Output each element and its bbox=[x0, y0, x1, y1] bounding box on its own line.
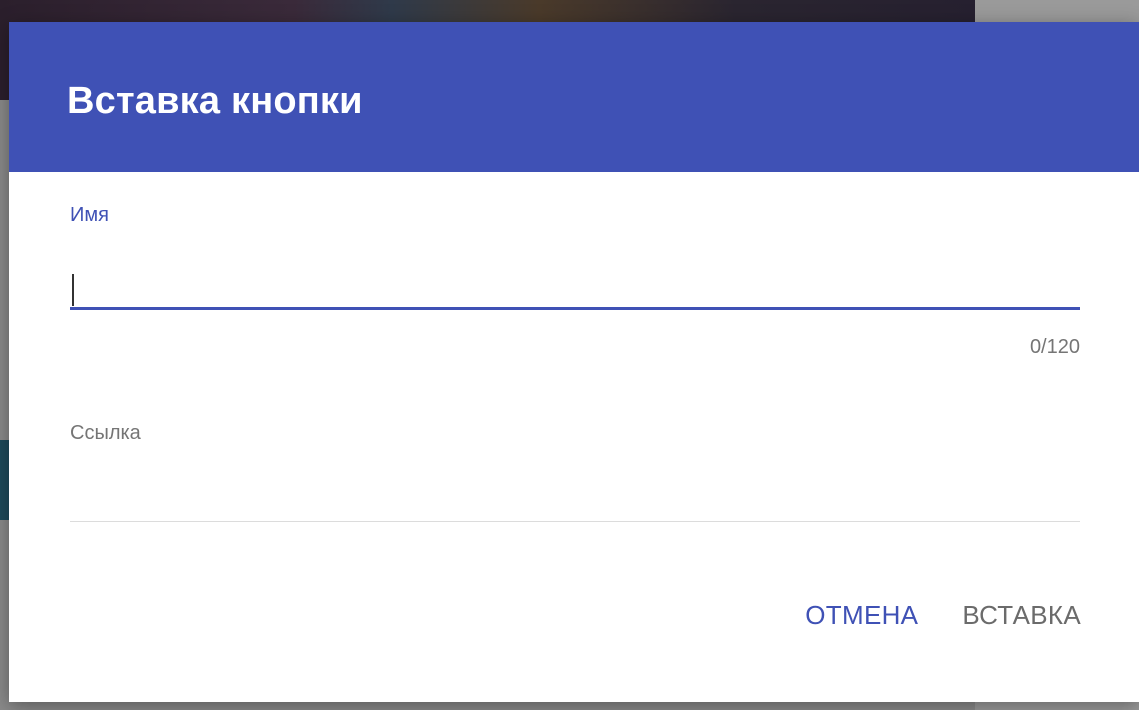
name-character-counter: 0/120 bbox=[1029, 336, 1080, 358]
link-input[interactable] bbox=[70, 472, 1080, 512]
insert-button-dialog: Вставка кнопки Имя 0/120 Ссылка ОТМЕНА В… bbox=[9, 22, 1139, 702]
name-field-label: Имя bbox=[70, 204, 109, 226]
dialog-actions: ОТМЕНА ВСТАВКА bbox=[805, 600, 1081, 631]
link-field-label: Ссылка bbox=[70, 422, 141, 444]
dialog-header: Вставка кнопки bbox=[9, 22, 1139, 172]
link-input-underline bbox=[70, 521, 1080, 522]
name-input-underline bbox=[70, 307, 1080, 310]
cancel-button[interactable]: ОТМЕНА bbox=[805, 600, 918, 631]
name-input[interactable] bbox=[70, 268, 1080, 308]
insert-button[interactable]: ВСТАВКА bbox=[962, 600, 1081, 631]
dialog-title: Вставка кнопки bbox=[67, 80, 363, 122]
